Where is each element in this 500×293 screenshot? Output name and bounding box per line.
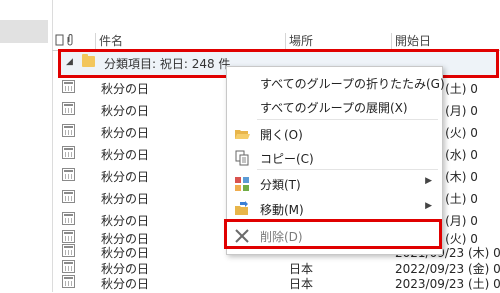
location-column-header[interactable]: 場所 <box>289 34 313 49</box>
navigation-pane <box>0 0 53 292</box>
selected-folder-item[interactable] <box>0 20 48 43</box>
menu-item-collapse-all[interactable]: すべてのグループの折りたたみ(G) <box>227 70 445 95</box>
row-subject: 秋分の日 <box>101 82 150 96</box>
calendar-item-icon <box>62 190 75 203</box>
collapse-triangle-icon[interactable]: ◢ <box>66 57 73 67</box>
menu-label: コピー(C) <box>260 152 314 166</box>
table-row[interactable]: 秋分の日 日本 2023/09/23 (土) 0 <box>52 271 500 293</box>
menu-item-expand-all[interactable]: すべてのグループの展開(X) <box>227 94 442 119</box>
calendar-item-icon <box>62 124 75 137</box>
menu-item-categorize[interactable]: 分類(T) ▶ <box>227 171 442 196</box>
start-column-header[interactable]: 開始日 <box>395 34 431 49</box>
menu-label: 移動(M) <box>260 203 304 217</box>
folder-icon <box>82 54 95 67</box>
group-label: 分類項目: 祝日: 248 件 <box>104 57 231 71</box>
menu-item-delete[interactable]: 削除(D) <box>227 223 442 248</box>
row-subject: 秋分の日 <box>101 148 150 162</box>
row-location: 日本 <box>289 277 314 291</box>
delete-icon <box>234 228 250 244</box>
icon-column-header[interactable] <box>55 34 75 49</box>
calendar-item-icon <box>62 80 75 93</box>
column-header: 件名 場所 開始日 <box>52 33 500 51</box>
submenu-arrow-icon: ▶ <box>425 201 432 211</box>
context-menu: すべてのグループの折りたたみ(G) すべてのグループの展開(X) 開く(O) コ… <box>226 66 445 255</box>
menu-label: 削除(D) <box>260 230 303 244</box>
calendar-item-icon <box>62 146 75 159</box>
move-folder-icon <box>234 201 250 217</box>
menu-item-move[interactable]: 移動(M) ▶ <box>227 196 442 221</box>
menu-label: すべてのグループの折りたたみ(G) <box>260 77 445 91</box>
calendar-item-icon <box>62 102 75 115</box>
item-type-icon <box>55 34 73 46</box>
row-start-date: 2023/09/23 (土) 0 <box>395 277 500 291</box>
submenu-arrow-icon: ▶ <box>425 176 432 186</box>
row-subject: 秋分の日 <box>101 104 150 118</box>
menu-item-copy[interactable]: コピー(C) <box>227 145 442 170</box>
menu-label: すべてのグループの展開(X) <box>260 101 408 115</box>
copy-icon <box>234 150 250 166</box>
row-subject: 秋分の日 <box>101 170 150 184</box>
open-folder-icon <box>234 126 250 142</box>
calendar-item-icon <box>62 168 75 181</box>
subject-column-header[interactable]: 件名 <box>99 34 123 49</box>
calendar-item-icon <box>62 275 75 288</box>
categorize-icon <box>234 176 250 192</box>
calendar-item-icon <box>62 212 75 225</box>
menu-label: 分類(T) <box>260 178 301 192</box>
row-subject: 秋分の日 <box>101 126 150 140</box>
row-subject: 秋分の日 <box>101 277 150 291</box>
row-subject: 秋分の日 <box>101 192 150 206</box>
menu-item-open[interactable]: 開く(O) <box>227 121 442 146</box>
menu-label: 開く(O) <box>260 128 303 142</box>
